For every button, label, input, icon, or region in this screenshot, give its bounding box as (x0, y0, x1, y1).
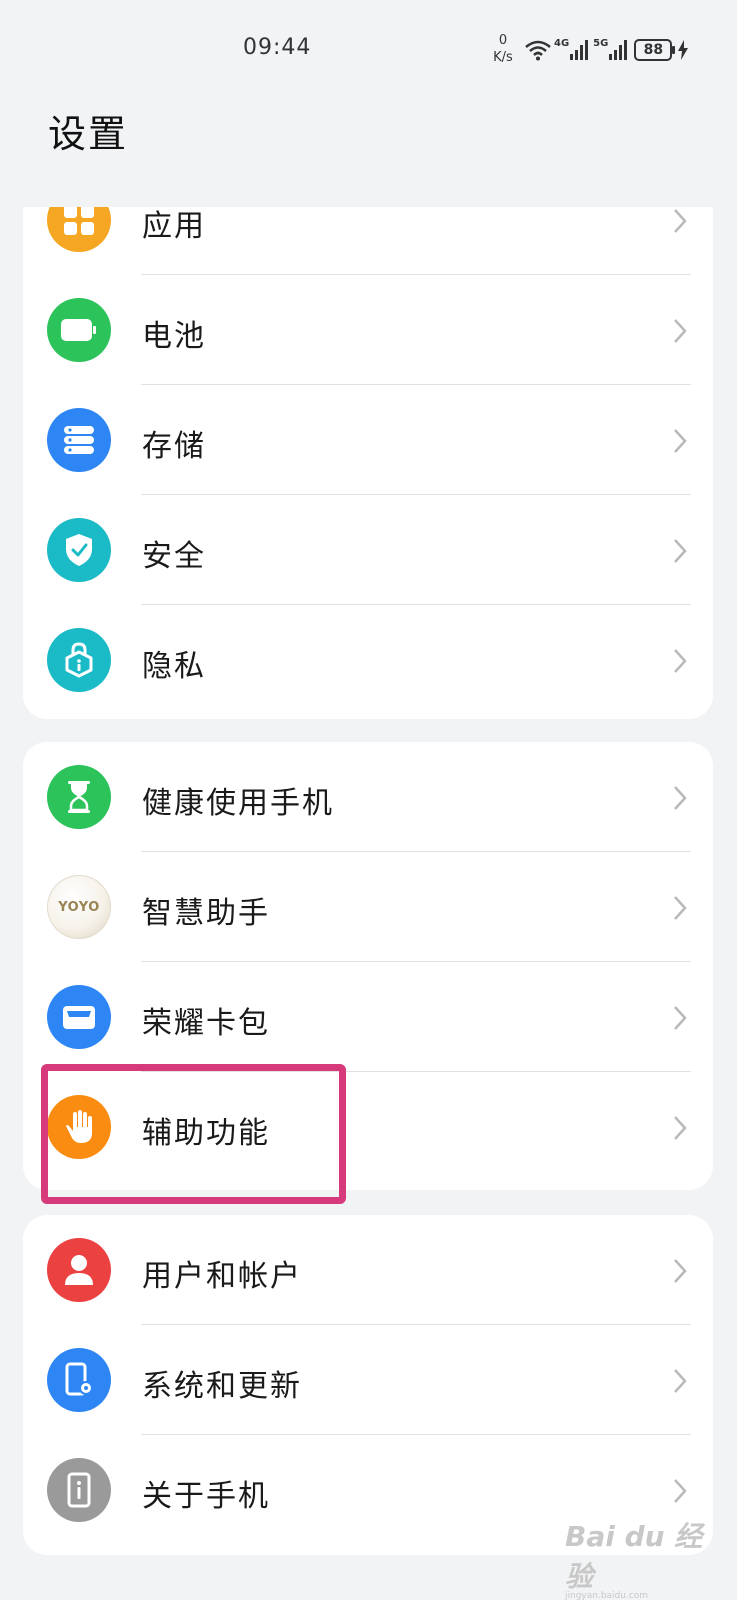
settings-item-label: 关于手机 (142, 1479, 270, 1514)
watermark: Bai du 经验 jingyan.baidu.com (565, 1520, 703, 1600)
chevron-right-icon (674, 1116, 687, 1140)
settings-item-security[interactable]: 安全 (23, 495, 713, 605)
settings-item-label: 智慧助手 (142, 896, 270, 931)
hourglass-icon (47, 765, 111, 829)
wallet-icon (47, 985, 111, 1049)
status-bar: 09:44 0 K/s 4G 5G 88 (0, 0, 737, 90)
settings-item-label: 安全 (142, 539, 206, 574)
chevron-right-icon (674, 429, 687, 453)
yoyo-assistant-icon: YOYO (47, 875, 111, 939)
wifi-icon (525, 40, 551, 61)
settings-item-battery[interactable]: 电池 (23, 275, 713, 385)
page-title: 设置 (48, 112, 129, 156)
charging-icon (678, 40, 689, 60)
settings-group-1: 应用 电池 存储 安全 隐私 (23, 207, 713, 719)
chevron-right-icon (674, 319, 687, 343)
settings-item-label: 荣耀卡包 (142, 1006, 270, 1041)
chevron-right-icon (674, 209, 687, 233)
status-icons: 4G 5G 88 (524, 38, 689, 62)
storage-icon (47, 408, 111, 472)
signal-5g-label: 5G (593, 38, 609, 49)
settings-item-label: 隐私 (142, 649, 206, 684)
settings-item-label: 应用 (142, 209, 206, 244)
settings-item-label: 电池 (142, 319, 206, 354)
signal-4g-label: 4G (554, 38, 570, 49)
chevron-right-icon (674, 1479, 687, 1503)
chevron-right-icon (674, 1369, 687, 1393)
signal-bars-icon (570, 40, 589, 60)
network-speed: 0 K/s (493, 33, 513, 65)
battery-icon (47, 298, 111, 362)
highlight-box (41, 1064, 346, 1204)
signal-bars-icon (609, 40, 628, 60)
battery-indicator: 88 (634, 39, 676, 61)
apps-icon (47, 207, 111, 252)
settings-item-digital-balance[interactable]: 健康使用手机 (23, 742, 713, 852)
chevron-right-icon (674, 786, 687, 810)
settings-item-label: 用户和帐户 (142, 1259, 302, 1294)
chevron-right-icon (674, 896, 687, 920)
shield-icon (47, 518, 111, 582)
settings-item-smart-assistant[interactable]: YOYO 智慧助手 (23, 852, 713, 962)
settings-group-3: 用户和帐户 系统和更新 关于手机 (23, 1215, 713, 1555)
settings-item-storage[interactable]: 存储 (23, 385, 713, 495)
settings-item-system-update[interactable]: 系统和更新 (23, 1325, 713, 1435)
privacy-lock-icon (47, 628, 111, 692)
chevron-right-icon (674, 1259, 687, 1283)
chevron-right-icon (674, 1006, 687, 1030)
settings-item-label: 健康使用手机 (142, 786, 334, 821)
settings-item-privacy[interactable]: 隐私 (23, 605, 713, 715)
user-icon (47, 1238, 111, 1302)
chevron-right-icon (674, 539, 687, 563)
settings-item-label: 存储 (142, 429, 206, 464)
chevron-right-icon (674, 649, 687, 673)
status-time: 09:44 (243, 35, 312, 60)
about-phone-icon (47, 1458, 111, 1522)
system-update-icon (47, 1348, 111, 1412)
settings-item-apps[interactable]: 应用 (23, 207, 713, 275)
settings-item-label: 系统和更新 (142, 1369, 302, 1404)
settings-item-users-accounts[interactable]: 用户和帐户 (23, 1215, 713, 1325)
settings-item-wallet[interactable]: 荣耀卡包 (23, 962, 713, 1072)
